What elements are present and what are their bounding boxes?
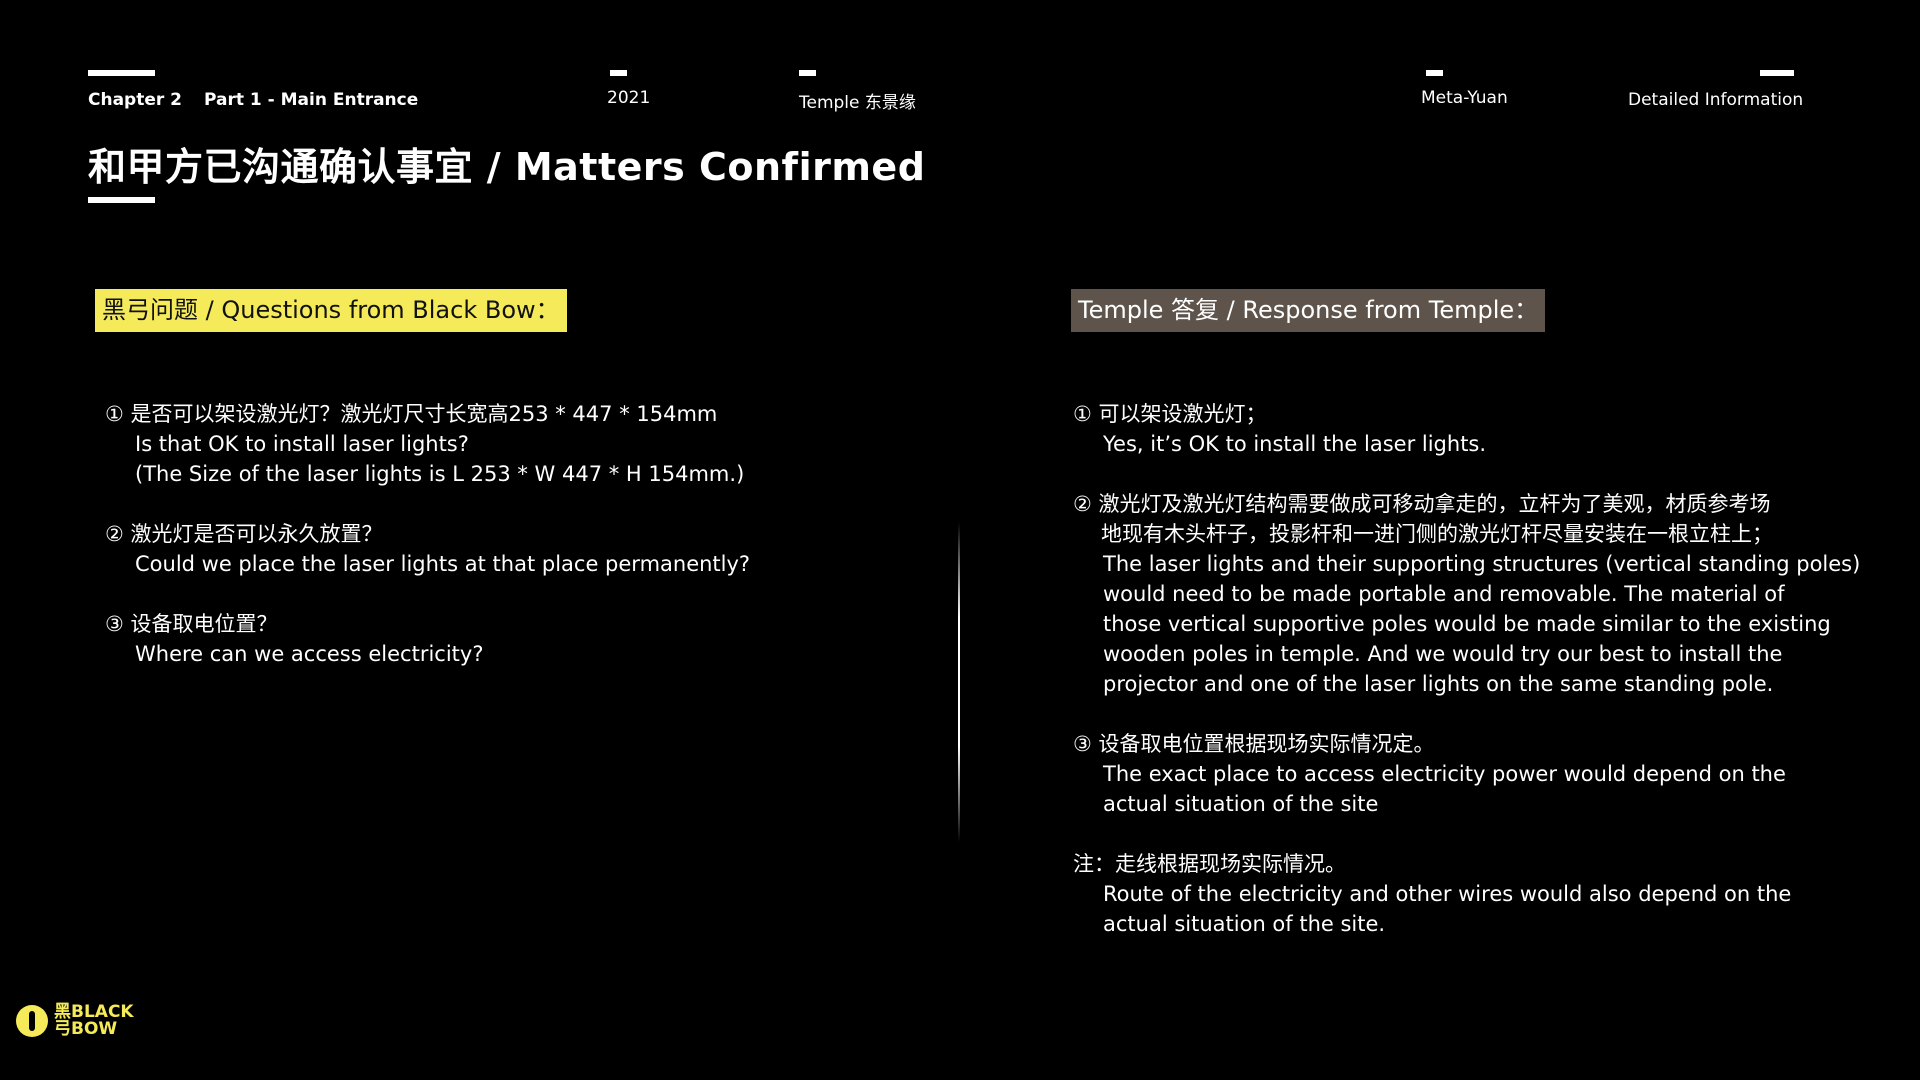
nav-tick xyxy=(610,70,627,76)
response-cn: 地现有木头杆子，投影杆和一进门侧的激光灯杆尽量安装在一根立柱上； xyxy=(1101,522,1773,546)
nav-meta-label: Meta-Yuan xyxy=(1421,88,1508,108)
response-cn: ② 激光灯及激光灯结构需要做成可移动拿走的，立杆为了美观，材质参考场 xyxy=(1073,492,1771,516)
response-en-line: wooden poles in temple. And we would try… xyxy=(1103,642,1783,666)
response-en-line: projector and one of the laser lights on… xyxy=(1103,672,1774,696)
page-title: 和甲方已沟通确认事宜 / Matters Confirmed xyxy=(88,145,926,189)
response-item: ③ 设备取电位置根据现场实际情况定。 The exact place to ac… xyxy=(1073,729,1853,819)
response-en-line: those vertical supportive poles would be… xyxy=(1103,612,1831,636)
logo-text: 黑BLACK 弓BOW xyxy=(54,1004,134,1038)
response-en-line: The exact place to access electricity po… xyxy=(1103,762,1786,786)
response-cn: 注：走线根据现场实际情况。 xyxy=(1073,852,1346,876)
title-underline xyxy=(88,197,155,203)
question-cn: ③ 设备取电位置？ xyxy=(105,612,278,636)
questions-tag: 黑弓问题 / Questions from Black Bow： xyxy=(95,289,567,332)
black-bow-logo: 黑BLACK 弓BOW xyxy=(16,1004,134,1038)
question-en-line: (The Size of the laser lights is L 253 *… xyxy=(135,462,745,486)
response-en-line: Route of the electricity and other wires… xyxy=(1103,882,1792,906)
response-en: The exact place to access electricity po… xyxy=(1073,759,1853,819)
response-en-line: actual situation of the site. xyxy=(1103,912,1386,936)
response-en-line: The laser lights and their supporting st… xyxy=(1103,552,1861,576)
logo-line: 弓BOW xyxy=(54,1019,118,1039)
response-en-line: actual situation of the site xyxy=(1103,792,1379,816)
black-bow-logo-icon xyxy=(16,1005,48,1037)
response-cn: ③ 设备取电位置根据现场实际情况定。 xyxy=(1073,732,1435,756)
response-item: ① 可以架设激光灯； Yes, it’s OK to install the l… xyxy=(1073,399,1853,459)
nav-tick xyxy=(88,70,155,76)
question-en: Could we place the laser lights at that … xyxy=(105,549,865,579)
response-en: The laser lights and their supporting st… xyxy=(1073,549,1861,699)
question-en: Where can we access electricity? xyxy=(105,639,865,669)
question-cn: ① 是否可以架设激光灯？激光灯尺寸长宽高253 * 447 * 154mm xyxy=(105,402,718,426)
nav-tick xyxy=(799,70,816,76)
question-en: Is that OK to install laser lights? (The… xyxy=(105,429,865,489)
nav-part-label: Part 1 - Main Entrance xyxy=(204,90,419,110)
response-tag: Temple 答复 / Response from Temple： xyxy=(1071,289,1546,332)
response-item: ② 激光灯及激光灯结构需要做成可移动拿走的，立杆为了美观，材质参考场 地现有木头… xyxy=(1073,489,1861,699)
nav-detail-label: Detailed Information xyxy=(1628,90,1804,110)
nav-tick xyxy=(1426,70,1443,76)
question-cn: ② 激光灯是否可以永久放置？ xyxy=(105,522,383,546)
response-cn: ① 可以架设激光灯； xyxy=(1073,402,1267,426)
response-en: Route of the electricity and other wires… xyxy=(1073,879,1853,939)
nav-chapter-label: Chapter 2 xyxy=(88,90,183,110)
question-en-line: Is that OK to install laser lights? xyxy=(135,432,469,456)
questions-column: ① 是否可以架设激光灯？激光灯尺寸长宽高253 * 447 * 154mm Is… xyxy=(105,399,865,699)
question-en-line: Where can we access electricity? xyxy=(135,642,484,666)
nav-tick xyxy=(1760,70,1794,76)
question-item: ② 激光灯是否可以永久放置？ Could we place the laser … xyxy=(105,519,865,579)
column-divider xyxy=(958,522,960,842)
response-en: Yes, it’s OK to install the laser lights… xyxy=(1073,429,1853,459)
response-en-line: would need to be made portable and remov… xyxy=(1103,582,1785,606)
nav-year-label: 2021 xyxy=(607,88,651,108)
response-item: 注：走线根据现场实际情况。 Route of the electricity a… xyxy=(1073,849,1853,939)
question-en-line: Could we place the laser lights at that … xyxy=(135,552,751,576)
responses-column: ① 可以架设激光灯； Yes, it’s OK to install the l… xyxy=(1073,399,1861,969)
nav-temple-label: Temple 东景缘 xyxy=(799,93,916,113)
response-en-line: Yes, it’s OK to install the laser lights… xyxy=(1103,432,1487,456)
question-item: ① 是否可以架设激光灯？激光灯尺寸长宽高253 * 447 * 154mm Is… xyxy=(105,399,865,489)
question-item: ③ 设备取电位置？ Where can we access electricit… xyxy=(105,609,865,669)
